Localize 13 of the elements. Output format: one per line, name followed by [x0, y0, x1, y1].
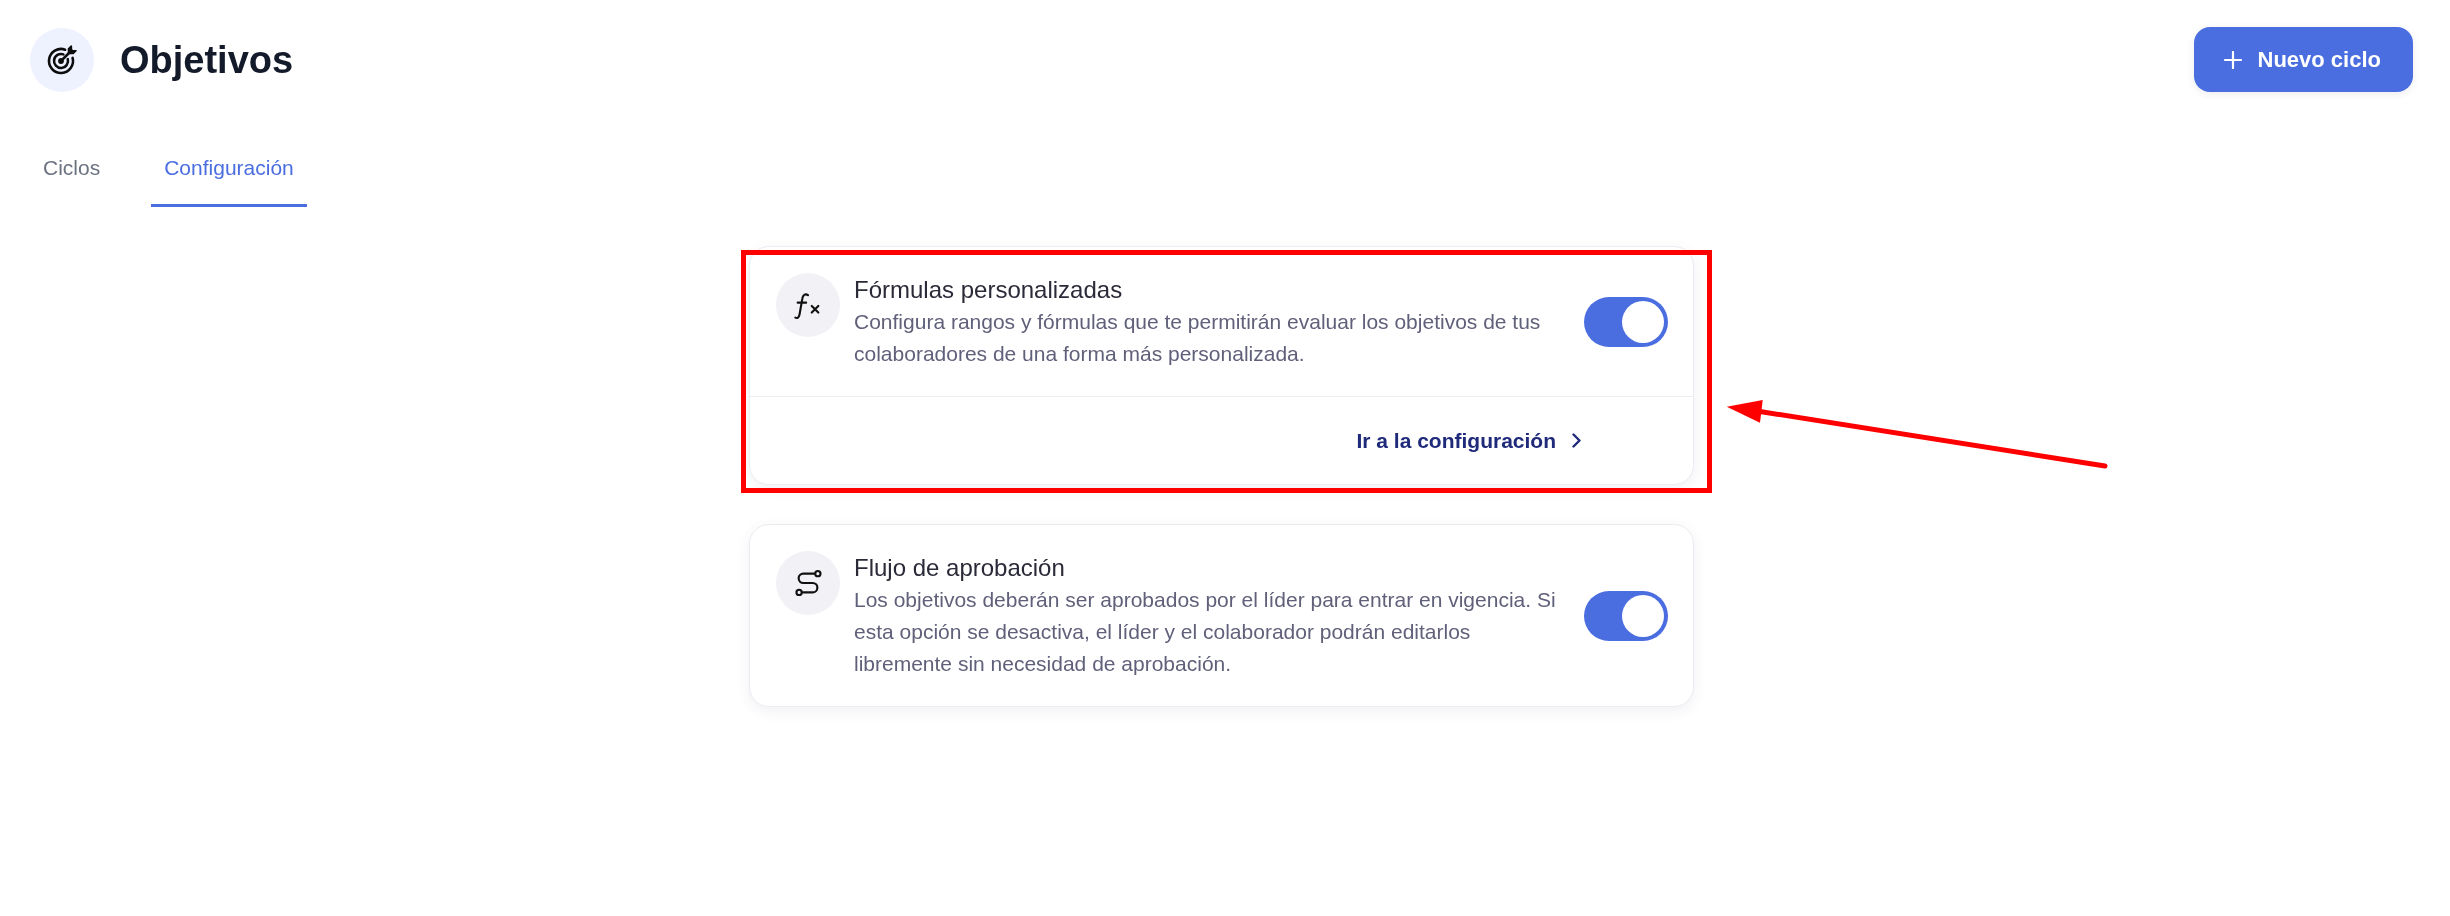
tab[interactable]: Configuración	[151, 154, 307, 207]
toggle-switch[interactable]	[1584, 590, 1668, 641]
tab[interactable]: Ciclos	[30, 154, 114, 207]
chevron-right-icon	[1572, 433, 1581, 448]
setting-title: Flujo de aprobación	[854, 553, 1066, 583]
setting-title: Fórmulas personalizadas	[854, 275, 1124, 305]
configuration-link[interactable]: Ir a la configuración	[1356, 424, 1581, 457]
toggle-switch[interactable]	[1584, 296, 1668, 347]
setting-description: Los objetivos deberán ser aprobados por el líder para entrar en vigencia. Si esta opción se desactiva, el líder y el colaborador podrán editarlos libremente sin necesidad de aprobación.	[854, 587, 1557, 677]
setting-description: Configura rangos y fórmulas que te permitirán evaluar los objetivos de tus colaboradores de una forma más personalizada.	[854, 309, 1542, 367]
page-title: Objetivos	[120, 37, 294, 83]
plus-icon	[2223, 50, 2242, 69]
new-cycle-button[interactable]: Nuevo ciclo	[2193, 27, 2413, 92]
